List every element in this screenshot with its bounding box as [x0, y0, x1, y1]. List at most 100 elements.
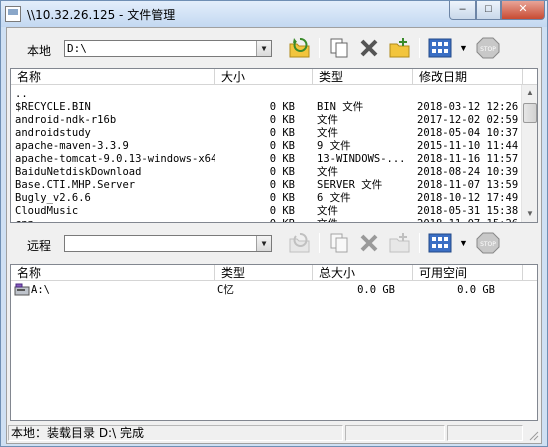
file-type: 文件 — [317, 205, 338, 217]
svg-text:STOP: STOP — [480, 241, 496, 248]
chevron-down-icon[interactable]: ▼ — [256, 41, 271, 56]
file-name: Base.CTI.MHP.Server — [15, 179, 136, 191]
file-name: BaiduNetdiskDownload — [15, 166, 142, 178]
resize-grip-icon[interactable] — [527, 429, 539, 441]
view-mode-icon[interactable] — [427, 36, 453, 60]
copy-icon[interactable] — [327, 36, 353, 60]
floppy-drive-icon — [14, 283, 30, 296]
local-file-list[interactable]: 名称 大小 类型 修改日期 .. $RECYCLE.BIN 0 KB BIN 文件 20… — [10, 68, 538, 223]
column-header-total[interactable]: 总大小 — [313, 265, 413, 281]
file-row[interactable]: apache-maven-3.3.9 0 KB 9 文件 2015-11-10 11:… — [11, 140, 523, 153]
file-row[interactable]: apache-tomcat-9.0.13-windows-x64 0 KB 13-W… — [11, 153, 523, 166]
stop-icon[interactable]: STOP — [475, 36, 501, 60]
file-type: 文件 — [317, 166, 338, 178]
app-window: \\10.32.26.125 - 文件管理 – □ ✕ 本地 D:\ ▼ ▼ S… — [0, 0, 548, 447]
file-size: 0 KB — [269, 166, 295, 178]
open-folder-icon[interactable] — [287, 231, 313, 255]
column-header-size[interactable]: 大小 — [215, 69, 313, 85]
file-modified: 2018-11-07 15:26 — [417, 218, 527, 222]
file-name: cpp — [15, 218, 215, 222]
column-header-name[interactable]: 名称 — [11, 265, 215, 281]
file-row[interactable]: android-ndk-r16b 0 KB 文件 2017-12-02 02:59 — [11, 114, 523, 127]
local-label: 本地 — [27, 44, 52, 58]
delete-icon[interactable] — [357, 231, 383, 255]
close-button[interactable]: ✕ — [501, 1, 545, 20]
file-row[interactable]: Base.CTI.MHP.Server 0 KB SERVER 文件 2018-11-… — [11, 179, 523, 192]
new-folder-icon[interactable] — [387, 231, 413, 255]
new-folder-icon[interactable] — [387, 36, 413, 60]
remote-drive-list[interactable]: 名称 类型 总大小 可用空间 A:\ C忆 0.0 GB 0.0 GB — [10, 264, 538, 421]
file-row[interactable]: $RECYCLE.BIN 0 KB BIN 文件 2018-03-12 12:26 — [11, 101, 523, 114]
local-list-header: 名称 大小 类型 修改日期 — [11, 69, 537, 85]
file-modified: 2018-10-12 17:49 — [417, 192, 519, 204]
file-type: 文件 — [317, 218, 417, 222]
file-size: 0 KB — [269, 153, 295, 165]
local-path-value: D:\ — [67, 42, 87, 55]
file-modified: 2018-03-12 12:26 — [417, 101, 519, 113]
minimize-button[interactable]: – — [449, 1, 476, 20]
file-size: 0 KB — [215, 218, 295, 222]
file-name: $RECYCLE.BIN — [15, 101, 91, 113]
file-name: CloudMusic — [15, 205, 79, 217]
remote-label: 远程 — [27, 239, 52, 253]
window-title: \\10.32.26.125 - 文件管理 — [27, 8, 176, 22]
remote-toolbar: 远程 ▼ ▼ STOP — [7, 225, 541, 261]
file-row[interactable]: .. — [11, 88, 523, 101]
drive-name: A:\ — [31, 284, 50, 296]
drive-total: 0.0 GB — [357, 284, 395, 296]
scroll-thumb[interactable] — [523, 103, 537, 123]
column-header-free[interactable]: 可用空间 — [413, 265, 523, 281]
scroll-down-icon[interactable]: ▼ — [522, 206, 537, 222]
drive-row[interactable]: A:\ C忆 0.0 GB 0.0 GB — [11, 283, 523, 297]
view-mode-icon[interactable] — [427, 231, 453, 255]
file-type: 9 文件 — [317, 140, 351, 152]
file-type: 文件 — [317, 114, 338, 126]
file-modified: 2018-08-24 10:39 — [417, 166, 519, 178]
file-modified: 2018-11-16 11:57 — [417, 153, 519, 165]
file-size: 0 KB — [269, 114, 295, 126]
file-name: apache-maven-3.3.9 — [15, 140, 129, 152]
stop-icon[interactable]: STOP — [475, 231, 501, 255]
remote-path-combo[interactable]: ▼ — [64, 235, 272, 252]
open-folder-icon[interactable] — [287, 36, 313, 60]
status-pane — [447, 425, 523, 441]
scroll-up-icon[interactable]: ▲ — [522, 85, 537, 101]
file-modified: 2017-12-02 02:59 — [417, 114, 519, 126]
drive-free: 0.0 GB — [457, 284, 495, 296]
file-name: apache-tomcat-9.0.13-windows-x64 — [15, 153, 215, 165]
column-header-modified[interactable]: 修改日期 — [413, 69, 523, 85]
toolbar-separator — [319, 233, 320, 253]
copy-icon[interactable] — [327, 231, 353, 255]
toolbar-separator — [319, 38, 320, 58]
delete-icon[interactable] — [357, 36, 383, 60]
file-type: 13-WINDOWS-... — [317, 153, 406, 165]
file-name: android-ndk-r16b — [15, 114, 117, 126]
column-header-type[interactable]: 类型 — [313, 69, 413, 85]
file-row[interactable]: Bugly_v2.6.6 0 KB 6 文件 2018-10-12 17:49 — [11, 192, 523, 205]
status-text: 本地：装载目录 D:\ 完成 — [8, 425, 343, 441]
file-row[interactable]: CloudMusic 0 KB 文件 2018-05-31 15:38 — [11, 205, 523, 218]
file-size: 0 KB — [269, 205, 295, 217]
status-bar: 本地：装载目录 D:\ 完成 — [7, 423, 541, 443]
file-type: BIN 文件 — [317, 101, 364, 113]
view-dropdown-icon[interactable]: ▼ — [459, 43, 468, 53]
file-modified: 2018-05-31 15:38 — [417, 205, 519, 217]
svg-text:STOP: STOP — [480, 46, 496, 53]
toolbar-separator — [419, 233, 420, 253]
title-bar[interactable]: \\10.32.26.125 - 文件管理 – □ ✕ — [1, 1, 547, 27]
file-name: Bugly_v2.6.6 — [15, 192, 91, 204]
status-pane — [345, 425, 445, 441]
view-dropdown-icon[interactable]: ▼ — [459, 238, 468, 248]
file-row[interactable]: androidstudy 0 KB 文件 2018-05-04 10:37 — [11, 127, 523, 140]
file-type: 文件 — [317, 127, 338, 139]
file-type: 6 文件 — [317, 192, 351, 204]
file-row[interactable]: cpp0 KB文件2018-11-07 15:26 — [11, 218, 523, 222]
chevron-down-icon[interactable]: ▼ — [256, 236, 271, 251]
local-scrollbar[interactable]: ▲ ▼ — [521, 85, 537, 222]
local-path-combo[interactable]: D:\ ▼ — [64, 40, 272, 57]
file-row[interactable]: BaiduNetdiskDownload 0 KB 文件 2018-08-24 10:… — [11, 166, 523, 179]
file-size: 0 KB — [269, 101, 295, 113]
maximize-button[interactable]: □ — [476, 1, 501, 20]
column-header-type[interactable]: 类型 — [215, 265, 313, 281]
column-header-name[interactable]: 名称 — [11, 69, 215, 85]
